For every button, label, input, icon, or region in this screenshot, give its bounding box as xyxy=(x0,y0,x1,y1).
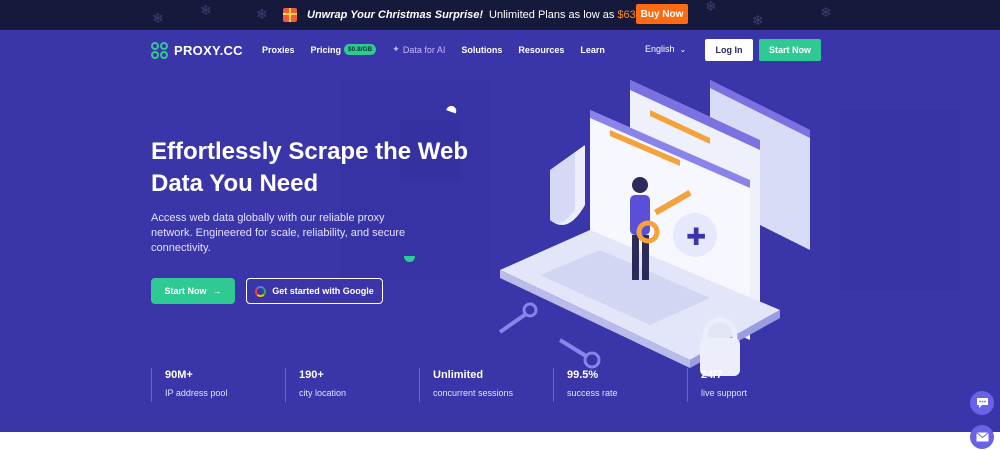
promo-title: Unwrap Your Christmas Surprise! xyxy=(307,9,484,21)
language-label: English xyxy=(645,44,675,54)
promo-text: Unlimited Plans as low as xyxy=(489,9,615,21)
hero-subtext: Access web data globally with our reliab… xyxy=(151,212,406,254)
chevron-down-icon: ⌄ xyxy=(679,44,687,54)
nav-item-data-for-ai[interactable]: ✦ Data for AI xyxy=(392,44,445,55)
main-nav: Proxies Pricing $0.8/GB ✦ Data for AI So… xyxy=(262,44,621,55)
logo-text: PROXY.CC xyxy=(174,43,243,58)
nav-item-pricing[interactable]: Pricing $0.8/GB xyxy=(311,44,377,55)
snowflake-icon: ❄ xyxy=(256,6,268,22)
stat-item: 24/7 live support xyxy=(687,368,821,402)
nav-item-ai-label: Data for AI xyxy=(402,44,446,55)
stat-item: 190+ city location xyxy=(285,368,419,402)
stat-value: 24/7 xyxy=(701,369,723,381)
stat-label: concurrent sessions xyxy=(433,388,514,398)
login-button[interactable]: Log In xyxy=(705,39,753,61)
promo-bar: ❄ ❄ ❄ ❄ ❄ ❄ Unwrap Your Christmas Surpri… xyxy=(0,0,1000,30)
stat-value: Unlimited xyxy=(433,369,484,381)
stat-label: city location xyxy=(299,388,347,398)
stats-row: 90M+ IP address pool 190+ city location … xyxy=(151,368,821,402)
svg-text:✚: ✚ xyxy=(686,223,706,251)
sparkle-icon: ✦ xyxy=(392,44,400,54)
chat-button[interactable] xyxy=(970,391,994,415)
snowflake-icon: ❄ xyxy=(752,12,764,28)
nav-item-solutions[interactable]: Solutions xyxy=(461,45,502,55)
stat-value: 190+ xyxy=(299,369,324,381)
pricing-badge: $0.8/GB xyxy=(344,44,377,55)
stat-label: IP address pool xyxy=(165,388,228,398)
snowflake-icon: ❄ xyxy=(200,2,212,18)
start-now-button[interactable]: Start Now → xyxy=(151,278,235,304)
gift-icon xyxy=(283,8,297,22)
stat-item: 90M+ IP address pool xyxy=(151,368,285,402)
hero-headline: Effortlessly Scrape the Web Data You Nee… xyxy=(151,138,468,197)
start-now-label: Start Now xyxy=(164,286,207,296)
mail-button[interactable] xyxy=(970,425,994,449)
hero-illustration: ✚ xyxy=(498,80,810,376)
snowflake-icon: ❄ xyxy=(820,4,832,20)
stat-value: 99.5% xyxy=(567,369,599,381)
stat-label: live support xyxy=(701,388,748,398)
start-now-nav-button[interactable]: Start Now xyxy=(759,39,821,61)
mail-icon xyxy=(975,432,989,442)
nav-item-resources[interactable]: Resources xyxy=(518,45,564,55)
background-shape xyxy=(840,110,960,290)
nav-item-proxies[interactable]: Proxies xyxy=(262,45,295,55)
stat-item: Unlimited concurrent sessions xyxy=(419,368,553,402)
snowflake-icon: ❄ xyxy=(705,0,717,14)
google-icon xyxy=(255,285,267,297)
stat-label: success rate xyxy=(567,388,618,398)
proxy-logo-icon xyxy=(151,42,168,59)
chat-icon xyxy=(976,398,988,408)
arrow-right-icon: → xyxy=(212,286,222,296)
logo[interactable]: PROXY.CC xyxy=(151,42,243,59)
hero-section: PROXY.CC Proxies Pricing $0.8/GB ✦ Data … xyxy=(0,30,1000,432)
language-selector[interactable]: English ⌄ xyxy=(645,44,686,54)
snowflake-icon: ❄ xyxy=(152,10,164,26)
stat-value: 90M+ xyxy=(165,369,193,381)
nav-item-learn[interactable]: Learn xyxy=(580,45,605,55)
google-signup-button[interactable]: Get started with Google xyxy=(246,278,383,304)
stat-item: 99.5% success rate xyxy=(553,368,687,402)
google-signup-label: Get started with Google xyxy=(272,286,374,296)
nav-item-pricing-label: Pricing xyxy=(310,44,342,55)
buy-now-button[interactable]: Buy Now xyxy=(636,4,688,24)
